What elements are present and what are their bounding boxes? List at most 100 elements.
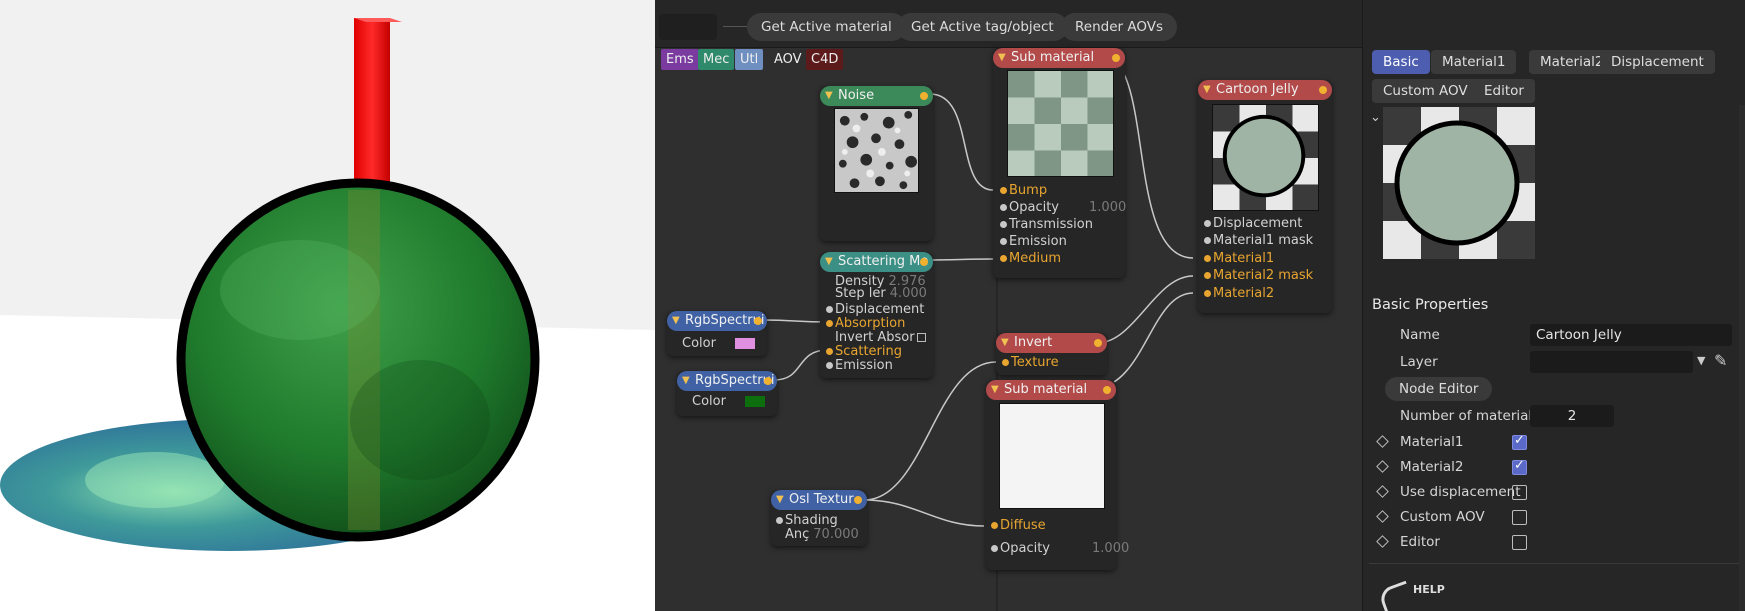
triangle-down-icon[interactable]: ▼ (1001, 333, 1009, 353)
output-port-icon[interactable] (754, 317, 762, 325)
port-displacement[interactable]: Displacement (1204, 215, 1302, 232)
input-port-icon[interactable] (1000, 204, 1007, 211)
node-osl-texture[interactable]: ▼ Osl Textur Shading Anç 70.000 (771, 490, 867, 546)
triangle-down-icon[interactable]: ▼ (825, 86, 833, 106)
node-header[interactable]: ▼ RgbSpectrui (677, 371, 777, 391)
keyframe-diamond-icon[interactable] (1376, 510, 1389, 523)
chevron-down-icon[interactable]: ⌄ (1370, 110, 1381, 125)
node-header[interactable]: ▼ Sub material (986, 380, 1116, 400)
input-port-icon[interactable] (826, 362, 833, 369)
input-port-icon[interactable] (1204, 290, 1211, 297)
tab-material1[interactable]: Material1 (1431, 50, 1517, 74)
input-port-icon[interactable] (776, 517, 783, 524)
custom-aov-checkbox[interactable] (1512, 510, 1527, 525)
node-header[interactable]: ▼ Noise (820, 86, 933, 106)
output-port-icon[interactable] (1319, 86, 1327, 94)
port-material1-mask[interactable]: Material1 mask (1204, 232, 1313, 249)
port-color[interactable]: Color (682, 335, 716, 352)
node-sub-material-top[interactable]: ▼ Sub material Bump Opacity 1.000 Transmi… (993, 48, 1126, 278)
editor-checkbox[interactable] (1512, 535, 1527, 550)
help-logo-icon[interactable] (1377, 580, 1415, 611)
keyframe-diamond-icon[interactable] (1376, 535, 1389, 548)
output-port-icon[interactable] (1112, 54, 1120, 62)
port-medium[interactable]: Medium (1000, 250, 1061, 267)
port-emission[interactable]: Emission (826, 357, 893, 374)
name-field[interactable]: Cartoon Jelly (1530, 324, 1732, 346)
node-header[interactable]: ▼ Cartoon Jelly (1198, 80, 1332, 100)
checkbox-icon[interactable] (916, 333, 926, 342)
input-port-icon[interactable] (1000, 187, 1007, 194)
node-header[interactable]: ▼ Osl Textur (771, 490, 867, 510)
render-viewport[interactable] (0, 0, 655, 611)
node-rgb-spectrum-1[interactable]: ▼ RgbSpectrui Color (667, 311, 767, 356)
input-port-icon[interactable] (1000, 221, 1007, 228)
color-swatch[interactable] (735, 338, 755, 349)
eyedropper-icon[interactable]: ✎ (1714, 351, 1727, 370)
port-color[interactable]: Color (692, 393, 726, 410)
layer-field[interactable] (1530, 351, 1693, 373)
keyframe-diamond-icon[interactable] (1376, 485, 1389, 498)
node-header[interactable]: ▼ Scattering Me (820, 252, 933, 272)
input-port-icon[interactable] (1204, 272, 1211, 279)
input-port-icon[interactable] (1000, 238, 1007, 245)
port-diffuse[interactable]: Diffuse (991, 517, 1046, 534)
tab-displacement[interactable]: Displacement (1600, 50, 1715, 74)
port-step-length[interactable]: Step ler 4.000 (835, 287, 927, 301)
port-material2[interactable]: Material2 (1204, 285, 1274, 302)
keyframe-diamond-icon[interactable] (1376, 460, 1389, 473)
node-editor-canvas[interactable]: Get Active material Get Active tag/objec… (655, 0, 1362, 611)
node-invert[interactable]: ▼ Invert Texture (996, 333, 1107, 375)
node-noise[interactable]: ▼ Noise (820, 86, 933, 241)
port-transmission[interactable]: Transmission (1000, 216, 1093, 233)
material2-checkbox[interactable] (1512, 458, 1527, 475)
color-swatch[interactable] (745, 396, 765, 407)
output-port-icon[interactable] (1103, 386, 1111, 394)
input-port-icon[interactable] (1000, 255, 1007, 262)
tab-editor[interactable]: Editor (1473, 79, 1535, 103)
triangle-down-icon[interactable]: ▼ (1203, 80, 1211, 100)
output-port-icon[interactable] (854, 496, 862, 504)
help-label[interactable]: HELP (1413, 583, 1445, 596)
input-port-icon[interactable] (826, 348, 833, 355)
triangle-down-icon[interactable]: ▼ (998, 48, 1006, 68)
port-material2-mask[interactable]: Material2 mask (1204, 267, 1313, 284)
node-sub-material-bottom[interactable]: ▼ Sub material Diffuse Opacity 1.000 (986, 380, 1129, 570)
output-port-icon[interactable] (920, 258, 928, 266)
node-scattering-medium[interactable]: ▼ Scattering Me Density 2.976 Step ler 4.0… (820, 252, 933, 378)
port-opacity[interactable]: Opacity 1.000 (1000, 199, 1126, 216)
node-editor-button[interactable]: Node Editor (1385, 377, 1493, 401)
port-emission[interactable]: Emission (1000, 233, 1067, 250)
port-material1[interactable]: Material1 (1204, 250, 1274, 267)
node-rgb-spectrum-2[interactable]: ▼ RgbSpectrui Color (677, 371, 777, 416)
output-port-icon[interactable] (920, 92, 928, 100)
input-port-icon[interactable] (1002, 359, 1009, 366)
input-port-icon[interactable] (1204, 255, 1211, 262)
node-cartoon-jelly[interactable]: ▼ Cartoon Jelly Displacement Material1 m… (1198, 80, 1332, 313)
input-port-icon[interactable] (1204, 237, 1211, 244)
dropdown-arrow-icon[interactable]: ▼ (1697, 354, 1705, 367)
triangle-down-icon[interactable]: ▼ (825, 252, 833, 272)
triangle-down-icon[interactable]: ▼ (672, 311, 680, 331)
input-port-icon[interactable] (826, 306, 833, 313)
input-port-icon[interactable] (826, 320, 833, 327)
output-port-icon[interactable] (764, 377, 772, 385)
output-port-icon[interactable] (1094, 339, 1102, 347)
port-texture[interactable]: Texture (1002, 354, 1059, 371)
node-header[interactable]: ▼ RgbSpectrui (667, 311, 767, 331)
port-angle[interactable]: Anç 70.000 (785, 526, 859, 543)
input-port-icon[interactable] (1204, 220, 1211, 227)
triangle-down-icon[interactable]: ▼ (991, 380, 999, 400)
triangle-down-icon[interactable]: ▼ (682, 371, 690, 391)
tab-custom-aov[interactable]: Custom AOV (1372, 79, 1479, 103)
input-port-icon[interactable] (991, 545, 998, 552)
material1-checkbox[interactable] (1512, 433, 1527, 450)
triangle-down-icon[interactable]: ▼ (776, 490, 784, 510)
node-header[interactable]: ▼ Invert (996, 333, 1107, 353)
input-port-icon[interactable] (991, 522, 998, 529)
use-displacement-checkbox[interactable] (1512, 485, 1527, 500)
number-of-materials-field[interactable]: 2 (1530, 405, 1614, 427)
panel-scrollbar[interactable] (1739, 105, 1745, 611)
node-header[interactable]: ▼ Sub material (993, 48, 1125, 68)
port-bump[interactable]: Bump (1000, 182, 1047, 199)
keyframe-diamond-icon[interactable] (1376, 435, 1389, 448)
